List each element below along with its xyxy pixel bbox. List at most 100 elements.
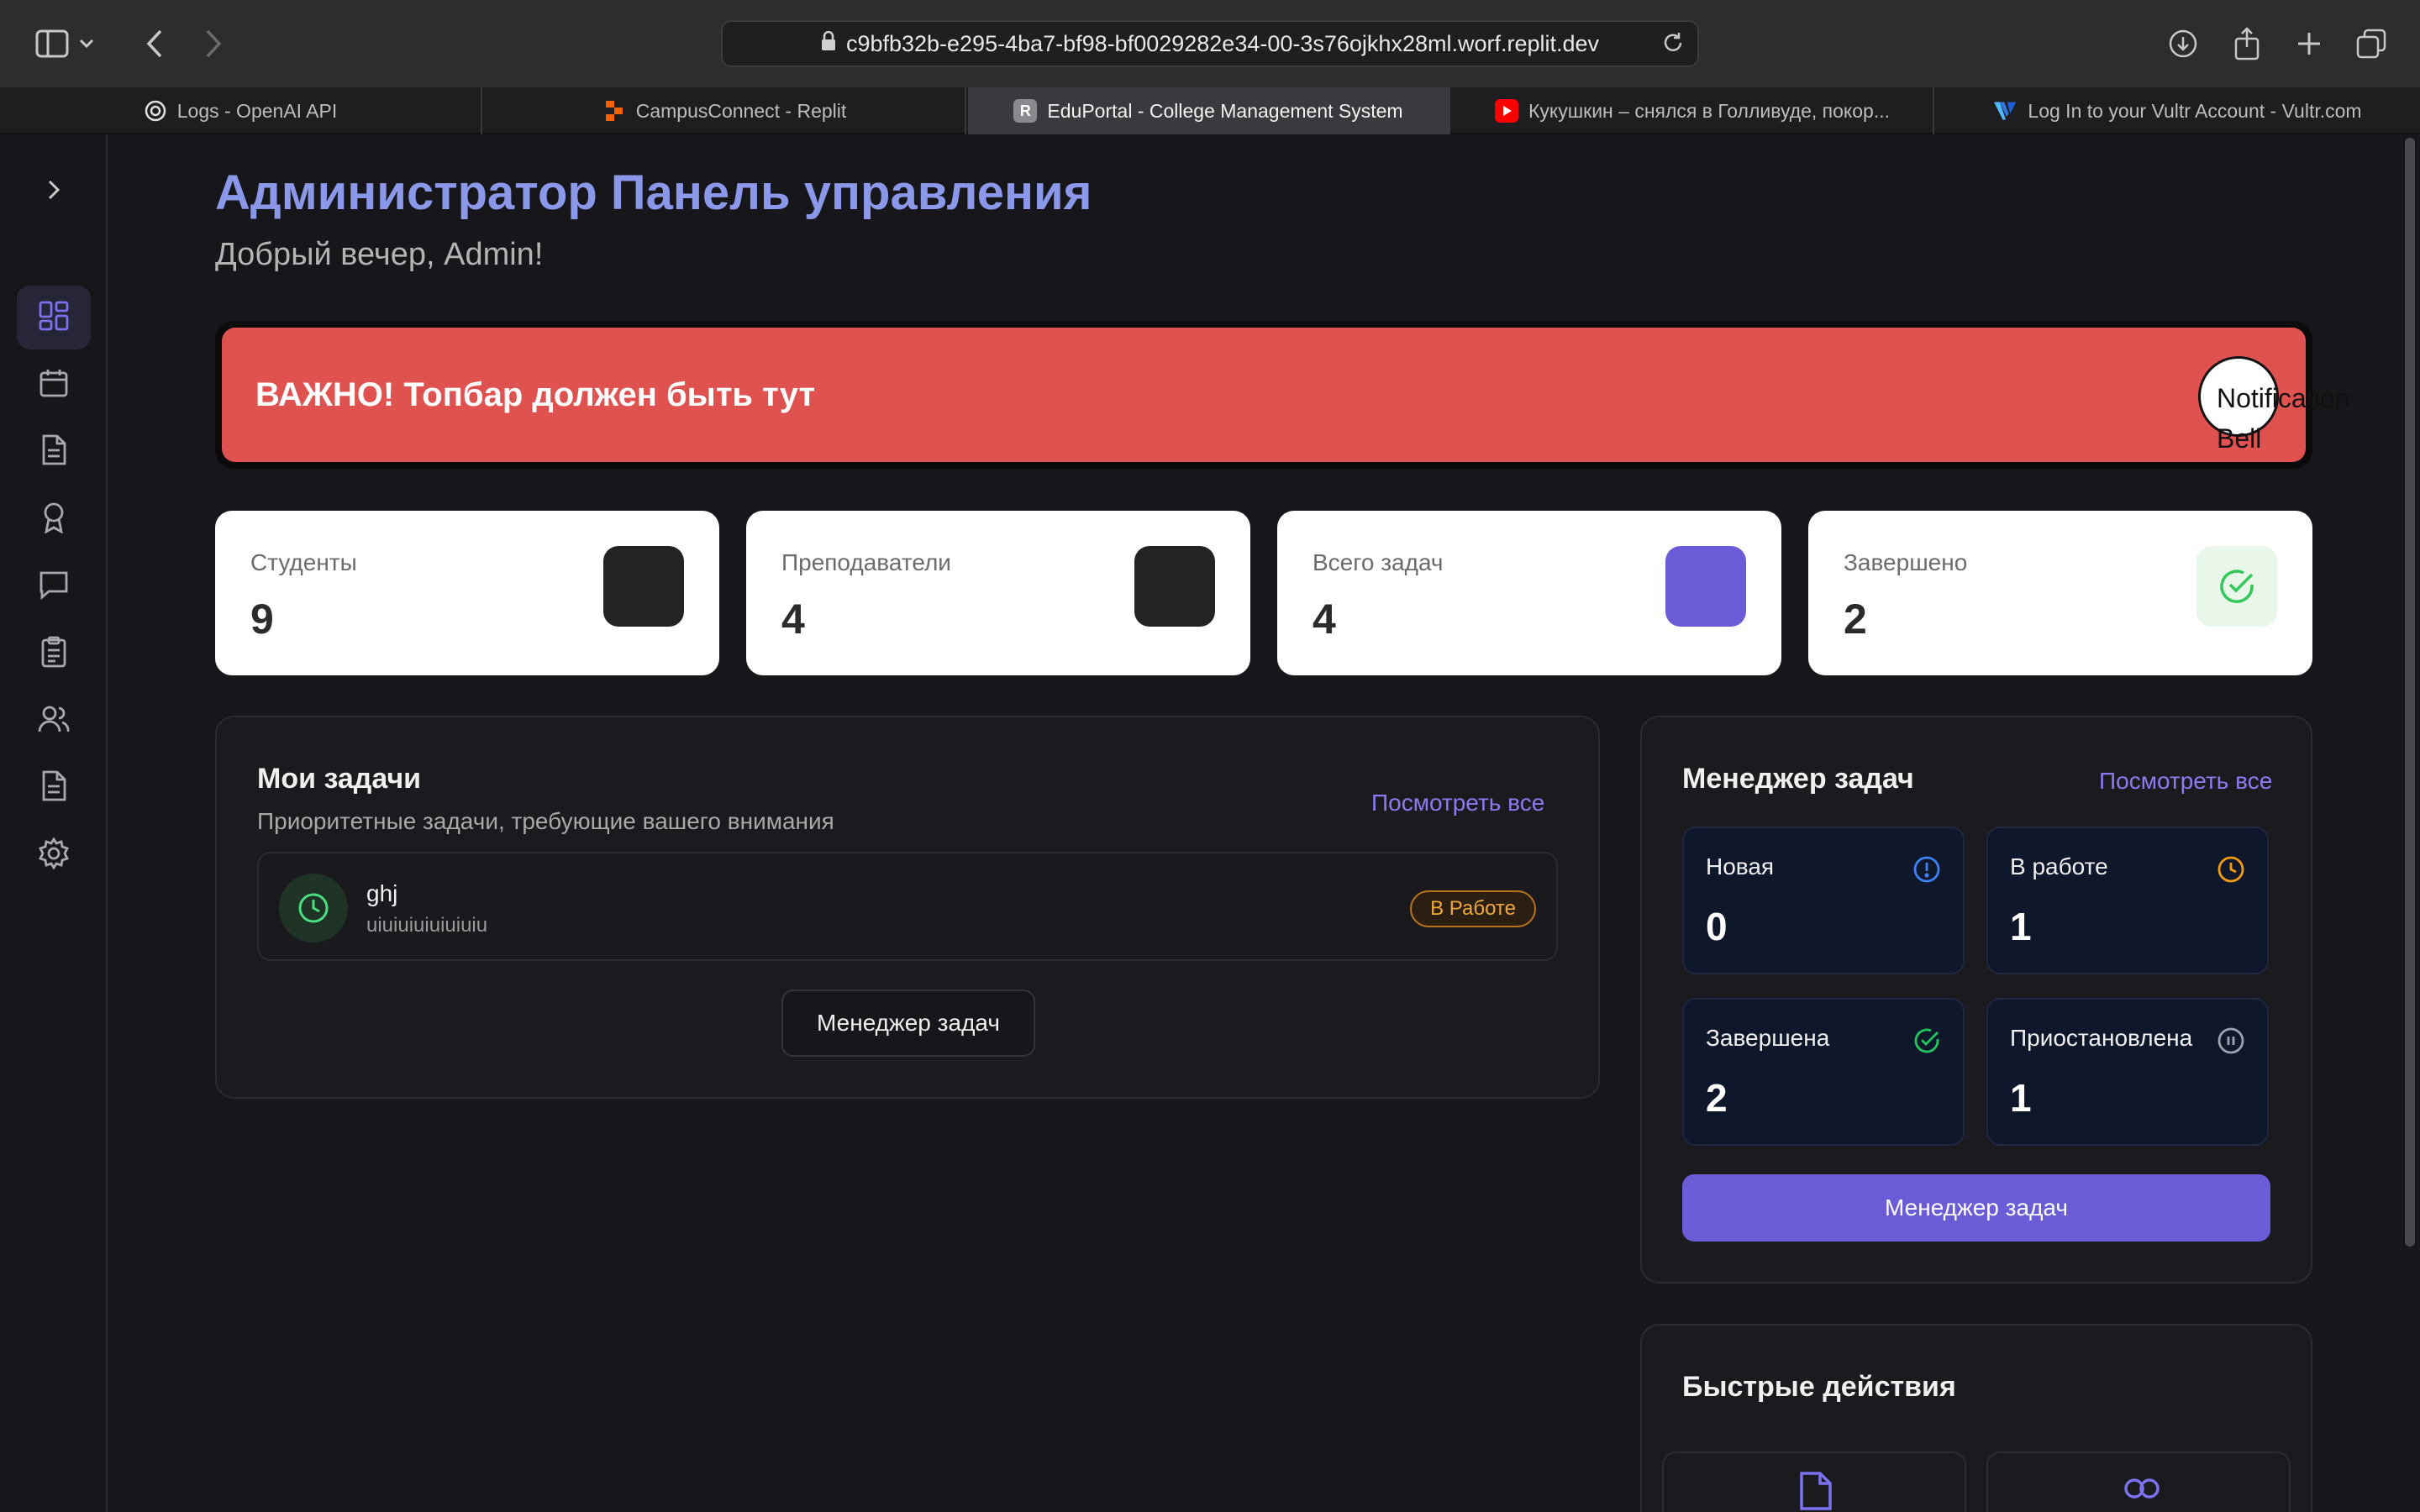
lock-icon xyxy=(821,30,836,57)
stat-value: 9 xyxy=(250,596,274,643)
calendar-icon xyxy=(39,368,69,402)
clipboard-icon xyxy=(40,636,67,672)
sidebar-expand-button[interactable] xyxy=(17,158,91,222)
stat-label: Всего задач xyxy=(1313,549,1444,575)
tab-label: Кукушкин – снялся в Голливуде, покор... xyxy=(1528,99,1891,122)
my-tasks-subtitle: Приоритетные задачи, требующие вашего вн… xyxy=(257,808,834,834)
chevron-down-icon[interactable] xyxy=(74,20,99,67)
status-value: 1 xyxy=(2010,905,2032,948)
stat-card-students: Студенты 9 xyxy=(215,511,719,675)
url-text: c9bfb32b-e295-4ba7-bf98-bf0029282e34-00-… xyxy=(845,30,1600,56)
tab-replit[interactable]: CampusConnect - Replit xyxy=(484,87,966,134)
tab-overview-icon[interactable] xyxy=(2348,20,2395,67)
open-task-manager-button[interactable]: Менеджер задач xyxy=(1682,1174,2270,1242)
forward-icon[interactable] xyxy=(190,20,237,67)
tab-openai-logs[interactable]: Logs - OpenAI API xyxy=(0,87,482,134)
reload-icon[interactable] xyxy=(1660,30,1686,61)
dashboard-icon xyxy=(39,301,69,335)
status-card-completed[interactable]: Завершена 2 xyxy=(1682,998,1965,1146)
sidebar-item-dashboard[interactable] xyxy=(17,286,91,349)
sidebar-item-users[interactable] xyxy=(17,689,91,753)
tab-label: Log In to your Vultr Account - Vultr.com xyxy=(2028,99,2362,122)
tab-label: Logs - OpenAI API xyxy=(176,99,338,122)
stat-card-teachers: Преподаватели 4 xyxy=(746,511,1250,675)
tasks-icon xyxy=(1665,546,1746,627)
clock-icon xyxy=(279,874,348,942)
status-badge: В Работе xyxy=(1410,890,1536,927)
stat-label: Завершено xyxy=(1844,549,1968,575)
alert-banner: ВАЖНО! Топбар должен быть тут xyxy=(215,321,2312,469)
teachers-icon xyxy=(1134,546,1215,627)
tab-bar: Logs - OpenAI API CampusConnect - Replit… xyxy=(0,87,2420,134)
task-manager-title: Менеджер задач xyxy=(1682,763,1914,795)
status-card-paused[interactable]: Приостановлена 1 xyxy=(1986,998,2269,1146)
status-card-in-progress[interactable]: В работе 1 xyxy=(1986,827,2269,974)
tab-vultr[interactable]: Log In to your Vultr Account - Vultr.com xyxy=(1936,87,2420,134)
sidebar-toggle-icon[interactable] xyxy=(29,20,76,67)
eduportal-icon: R xyxy=(1013,99,1038,123)
award-icon xyxy=(41,501,66,538)
task-row[interactable]: ghj uiuiuiuiuiuiuiu В Работе xyxy=(257,852,1558,961)
stat-value: 4 xyxy=(781,596,805,643)
stat-value: 4 xyxy=(1313,596,1336,643)
status-label: Завершена xyxy=(1706,1025,1830,1051)
tab-label: EduPortal - College Management System xyxy=(1047,99,1403,122)
my-tasks-title: Мои задачи xyxy=(257,763,422,795)
tab-eduportal[interactable]: R EduPortal - College Management System xyxy=(968,87,1450,134)
sidebar-item-documents[interactable] xyxy=(17,420,91,484)
pause-icon xyxy=(2217,1026,2245,1055)
task-manager-view-all-link[interactable]: Посмотреть все xyxy=(2099,768,2272,795)
status-value: 1 xyxy=(2010,1076,2032,1120)
address-bar[interactable]: c9bfb32b-e295-4ba7-bf98-bf0029282e34-00-… xyxy=(721,20,1699,67)
my-tasks-view-all-link[interactable]: Посмотреть все xyxy=(1371,790,1544,816)
youtube-icon xyxy=(1494,99,1518,123)
sidebar-item-messages[interactable] xyxy=(17,554,91,618)
page-title: Администратор Панель управления xyxy=(215,165,1092,220)
stat-card-total-tasks: Всего задач 4 xyxy=(1277,511,1781,675)
openai-icon xyxy=(144,99,167,123)
stat-label: Преподаватели xyxy=(781,549,951,575)
scrollbar[interactable] xyxy=(2405,138,2415,1247)
check-circle-icon xyxy=(1912,1026,1941,1055)
status-value: 2 xyxy=(1706,1076,1728,1120)
status-label: Новая xyxy=(1706,853,1775,879)
status-label: Приостановлена xyxy=(2010,1025,2193,1051)
task-description: uiuiuiuiuiuiuiu xyxy=(366,914,488,937)
quick-action-card[interactable] xyxy=(1662,1452,1966,1512)
status-card-new[interactable]: Новая 0 xyxy=(1682,827,1965,974)
quick-actions-title: Быстрые действия xyxy=(1682,1371,1956,1403)
back-icon[interactable] xyxy=(131,20,178,67)
stat-label: Студенты xyxy=(250,549,357,575)
download-icon[interactable] xyxy=(2160,20,2207,67)
sidebar-item-settings[interactable] xyxy=(17,823,91,887)
tab-label: CampusConnect - Replit xyxy=(635,99,847,122)
sidebar-item-achievements[interactable] xyxy=(17,487,91,551)
users-icon xyxy=(2121,1475,2163,1512)
vultr-icon xyxy=(1994,99,2018,123)
sidebar-item-calendar[interactable] xyxy=(17,353,91,417)
chat-icon xyxy=(39,570,69,604)
tab-youtube[interactable]: Кукушкин – снялся в Голливуде, покор... xyxy=(1452,87,1934,134)
new-tab-icon[interactable] xyxy=(2286,20,2333,67)
status-value: 0 xyxy=(1706,905,1728,948)
check-circle-icon xyxy=(2196,546,2277,627)
share-icon[interactable] xyxy=(2223,20,2270,67)
info-icon xyxy=(1912,855,1941,884)
sidebar-item-tasks[interactable] xyxy=(17,622,91,685)
sidebar xyxy=(0,134,108,1512)
task-manager-button[interactable]: Менеджер задач xyxy=(781,990,1035,1057)
sidebar-item-reports[interactable] xyxy=(17,756,91,820)
browser-toolbar: c9bfb32b-e295-4ba7-bf98-bf0029282e34-00-… xyxy=(0,0,2420,87)
gear-icon xyxy=(38,836,70,874)
notification-bell-label: Notification Bell xyxy=(2217,383,2350,454)
quick-action-card[interactable] xyxy=(1986,1452,2291,1512)
greeting-text: Добрый вечер, Admin! xyxy=(215,237,544,272)
report-icon xyxy=(40,770,67,806)
document-icon xyxy=(1795,1470,1837,1512)
task-name: ghj xyxy=(366,880,398,906)
users-icon xyxy=(38,705,70,738)
alert-text: ВАЖНО! Топбар должен быть тут xyxy=(222,328,2306,462)
replit-icon xyxy=(602,99,626,123)
document-icon xyxy=(40,434,67,470)
stat-value: 2 xyxy=(1844,596,1867,643)
